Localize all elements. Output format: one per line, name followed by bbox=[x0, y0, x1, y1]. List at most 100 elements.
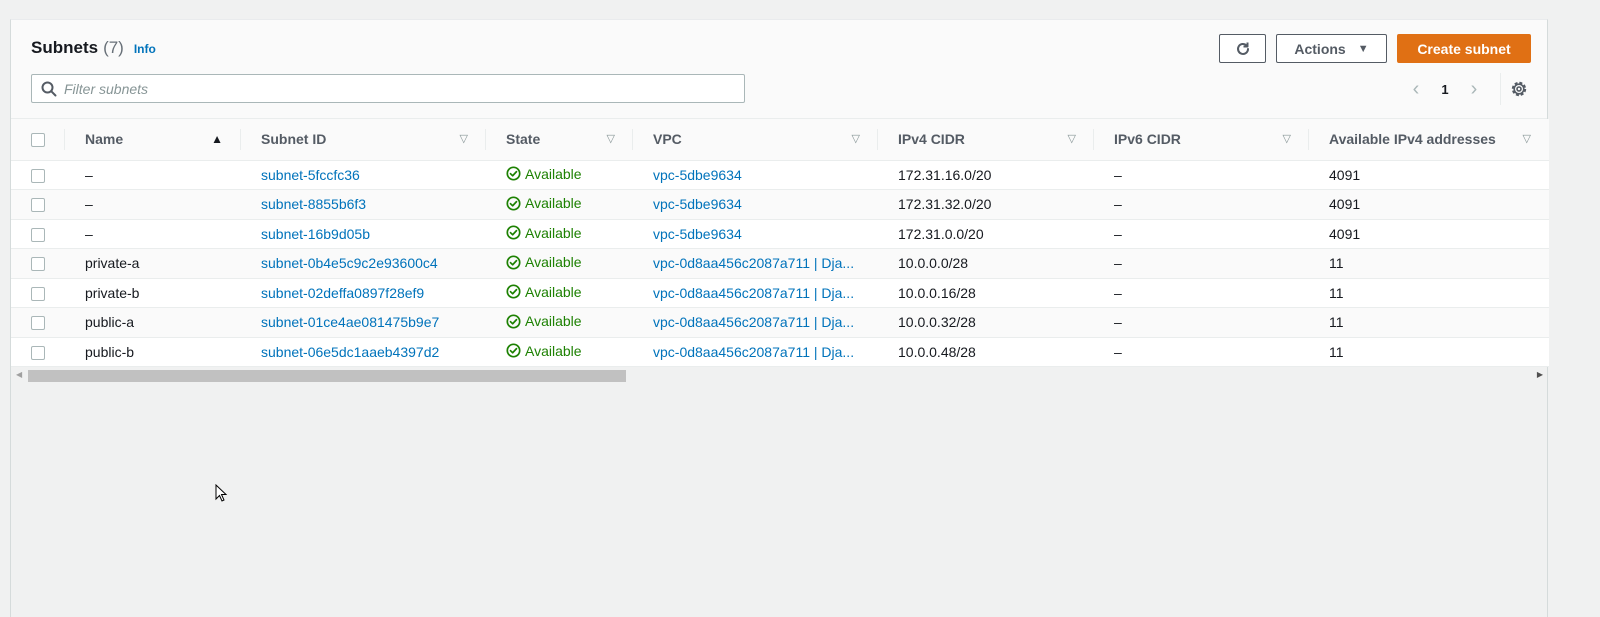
sort-icon[interactable]: ▽ bbox=[852, 132, 860, 145]
scroll-left-icon[interactable]: ◀ bbox=[16, 370, 22, 379]
table-row[interactable]: – subnet-5fccfc36 Available vpc-5dbe9634 17… bbox=[11, 160, 1549, 190]
row-checkbox[interactable] bbox=[31, 227, 45, 242]
cell-ipv4-cidr-text: 10.0.0.0/28 bbox=[898, 255, 969, 272]
horizontal-scrollbar[interactable]: ◀ ▶ bbox=[11, 367, 1547, 384]
row-checkbox[interactable] bbox=[31, 257, 45, 272]
row-select-cell bbox=[11, 248, 65, 279]
cell-vpc-link[interactable]: vpc-5dbe9634 bbox=[653, 196, 742, 212]
cell-vpc-link[interactable]: vpc-5dbe9634 bbox=[653, 167, 742, 183]
cell-subnet-id-link[interactable]: subnet-16b9d05b bbox=[261, 226, 370, 242]
actions-dropdown-button[interactable]: Actions ▼ bbox=[1276, 34, 1387, 63]
table-row[interactable]: – subnet-16b9d05b Available vpc-5dbe9634 17… bbox=[11, 219, 1549, 249]
row-checkbox[interactable] bbox=[31, 286, 45, 301]
cell-vpc: vpc-0d8aa456c2087a711 | Dja... bbox=[633, 337, 878, 367]
check-circle-icon bbox=[506, 166, 521, 181]
search-box[interactable] bbox=[31, 74, 745, 103]
row-checkbox[interactable] bbox=[31, 198, 45, 213]
column-header-ipv4-cidr[interactable]: IPv4 CIDR ▽ bbox=[878, 119, 1094, 161]
panel-header: Subnets (7) Info Actions ▼ Create subnet… bbox=[11, 20, 1547, 119]
cell-name-text: public-a bbox=[85, 314, 135, 331]
column-header-state[interactable]: State ▽ bbox=[486, 119, 633, 161]
table-row[interactable]: public-a subnet-01ce4ae081475b9e7 Availab… bbox=[11, 307, 1549, 338]
table-row[interactable]: public-b subnet-06e5dc1aaeb4397d2 Availab… bbox=[11, 337, 1549, 367]
pagination: ‹ 1 › bbox=[1406, 78, 1484, 101]
cell-vpc-link[interactable]: vpc-0d8aa456c2087a711 | Dja... bbox=[653, 344, 854, 360]
sort-icon[interactable]: ▽ bbox=[460, 132, 468, 145]
cell-name-text: public-b bbox=[85, 343, 135, 360]
cell-ipv4-cidr-text: 172.31.16.0/20 bbox=[898, 166, 992, 183]
refresh-button[interactable] bbox=[1219, 34, 1266, 63]
row-checkbox[interactable] bbox=[31, 345, 45, 360]
cell-name-text: – bbox=[85, 196, 93, 213]
cell-vpc-link[interactable]: vpc-0d8aa456c2087a711 | Dja... bbox=[653, 314, 854, 330]
table-row[interactable]: private-b subnet-02deffa0897f28ef9 Availa… bbox=[11, 278, 1549, 308]
sort-ascending-icon[interactable]: ▲ bbox=[211, 132, 223, 146]
cell-ipv4-cidr-text: 10.0.0.32/28 bbox=[898, 314, 976, 331]
cell-vpc-link[interactable]: vpc-0d8aa456c2087a711 | Dja... bbox=[653, 285, 854, 301]
column-header-vpc[interactable]: VPC ▽ bbox=[633, 119, 878, 161]
cell-ipv6-cidr: – bbox=[1094, 307, 1309, 338]
status-text: Available bbox=[525, 195, 582, 211]
filter-subnets-input[interactable] bbox=[64, 80, 704, 97]
cell-subnet-id-link[interactable]: subnet-8855b6f3 bbox=[261, 196, 366, 212]
next-page-icon[interactable]: › bbox=[1464, 78, 1484, 101]
column-label: Subnet ID bbox=[261, 131, 327, 148]
check-circle-icon bbox=[506, 225, 521, 240]
info-link[interactable]: Info bbox=[134, 42, 156, 56]
cell-ipv4-cidr-text: 10.0.0.48/28 bbox=[898, 343, 976, 360]
cell-subnet-id-link[interactable]: subnet-02deffa0897f28ef9 bbox=[261, 285, 424, 301]
table-row[interactable]: private-a subnet-0b4e5c9c2e93600c4 Availa… bbox=[11, 248, 1549, 279]
column-header-name[interactable]: Name ▲ bbox=[65, 119, 241, 161]
cell-subnet-id: subnet-02deffa0897f28ef9 bbox=[241, 278, 486, 308]
cell-available-ipv4-text: 11 bbox=[1329, 343, 1344, 360]
cell-available-ipv4: 11 bbox=[1309, 337, 1549, 367]
page-number[interactable]: 1 bbox=[1426, 82, 1464, 97]
cell-ipv4-cidr: 172.31.0.0/20 bbox=[878, 219, 1094, 249]
sort-icon[interactable]: ▽ bbox=[1068, 132, 1076, 145]
sort-icon[interactable]: ▽ bbox=[1523, 132, 1531, 145]
sort-icon[interactable]: ▽ bbox=[1283, 132, 1291, 145]
create-subnet-button[interactable]: Create subnet bbox=[1397, 34, 1531, 63]
cell-subnet-id-link[interactable]: subnet-06e5dc1aaeb4397d2 bbox=[261, 344, 439, 360]
cell-state: Available bbox=[486, 337, 633, 367]
cell-subnet-id: subnet-01ce4ae081475b9e7 bbox=[241, 307, 486, 338]
column-header-ipv6-cidr[interactable]: IPv6 CIDR ▽ bbox=[1094, 119, 1309, 161]
status-text: Available bbox=[525, 283, 582, 300]
row-checkbox[interactable] bbox=[31, 316, 45, 331]
check-circle-icon bbox=[506, 313, 521, 329]
previous-page-icon[interactable]: ‹ bbox=[1406, 78, 1426, 101]
cell-ipv6-cidr-text: – bbox=[1114, 343, 1122, 360]
cell-subnet-id-link[interactable]: subnet-01ce4ae081475b9e7 bbox=[261, 314, 439, 330]
scroll-right-icon[interactable]: ▶ bbox=[1537, 370, 1543, 379]
column-header-subnet-id[interactable]: Subnet ID ▽ bbox=[241, 119, 486, 161]
cell-name: – bbox=[65, 219, 241, 249]
cell-name: private-b bbox=[65, 278, 241, 308]
row-select-cell bbox=[11, 278, 65, 308]
cell-state: Available bbox=[486, 160, 633, 190]
cell-ipv4-cidr: 172.31.32.0/20 bbox=[878, 189, 1094, 220]
column-header-available-ipv4[interactable]: Available IPv4 addresses ▽ bbox=[1309, 119, 1549, 161]
preferences-button[interactable] bbox=[1510, 80, 1528, 101]
table-row[interactable]: – subnet-8855b6f3 Available vpc-5dbe9634 17… bbox=[11, 189, 1549, 220]
row-checkbox[interactable] bbox=[31, 168, 45, 183]
cell-ipv4-cidr: 10.0.0.48/28 bbox=[878, 337, 1094, 367]
cell-vpc-link[interactable]: vpc-0d8aa456c2087a711 | Dja... bbox=[653, 255, 854, 271]
cell-available-ipv4: 4091 bbox=[1309, 219, 1549, 249]
scrollbar-thumb[interactable] bbox=[28, 370, 626, 382]
sort-icon[interactable]: ▽ bbox=[607, 132, 615, 145]
cell-vpc-link[interactable]: vpc-5dbe9634 bbox=[653, 226, 742, 242]
cell-state: Available bbox=[486, 189, 633, 220]
select-all-checkbox[interactable] bbox=[31, 133, 45, 148]
cell-available-ipv4-text: 11 bbox=[1329, 314, 1344, 331]
column-label: Available IPv4 addresses bbox=[1329, 131, 1496, 148]
cell-vpc: vpc-5dbe9634 bbox=[633, 189, 878, 220]
cell-subnet-id-link[interactable]: subnet-5fccfc36 bbox=[261, 167, 360, 183]
cell-name: public-a bbox=[65, 307, 241, 338]
cell-vpc: vpc-0d8aa456c2087a711 | Dja... bbox=[633, 278, 878, 308]
status-text: Available bbox=[525, 165, 582, 182]
status-badge: Available bbox=[506, 195, 582, 211]
cell-subnet-id-link[interactable]: subnet-0b4e5c9c2e93600c4 bbox=[261, 255, 438, 271]
subnet-count: (7) bbox=[103, 38, 124, 57]
cell-subnet-id: subnet-8855b6f3 bbox=[241, 189, 486, 220]
select-all-cell bbox=[11, 119, 65, 161]
